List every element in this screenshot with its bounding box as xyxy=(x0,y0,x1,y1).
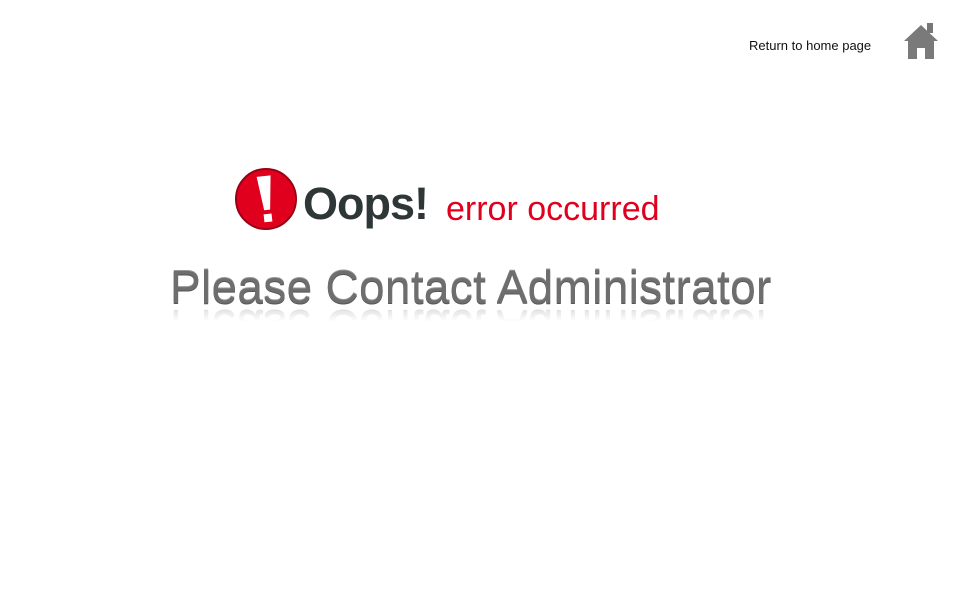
error-subtitle: error occurred xyxy=(446,190,660,228)
error-title: Oops! xyxy=(303,178,429,229)
exclamation-icon xyxy=(235,168,297,230)
error-message: Please Contact Administrator xyxy=(170,261,772,313)
home-icon[interactable] xyxy=(903,21,939,61)
return-home-link[interactable]: Return to home page xyxy=(749,38,871,53)
